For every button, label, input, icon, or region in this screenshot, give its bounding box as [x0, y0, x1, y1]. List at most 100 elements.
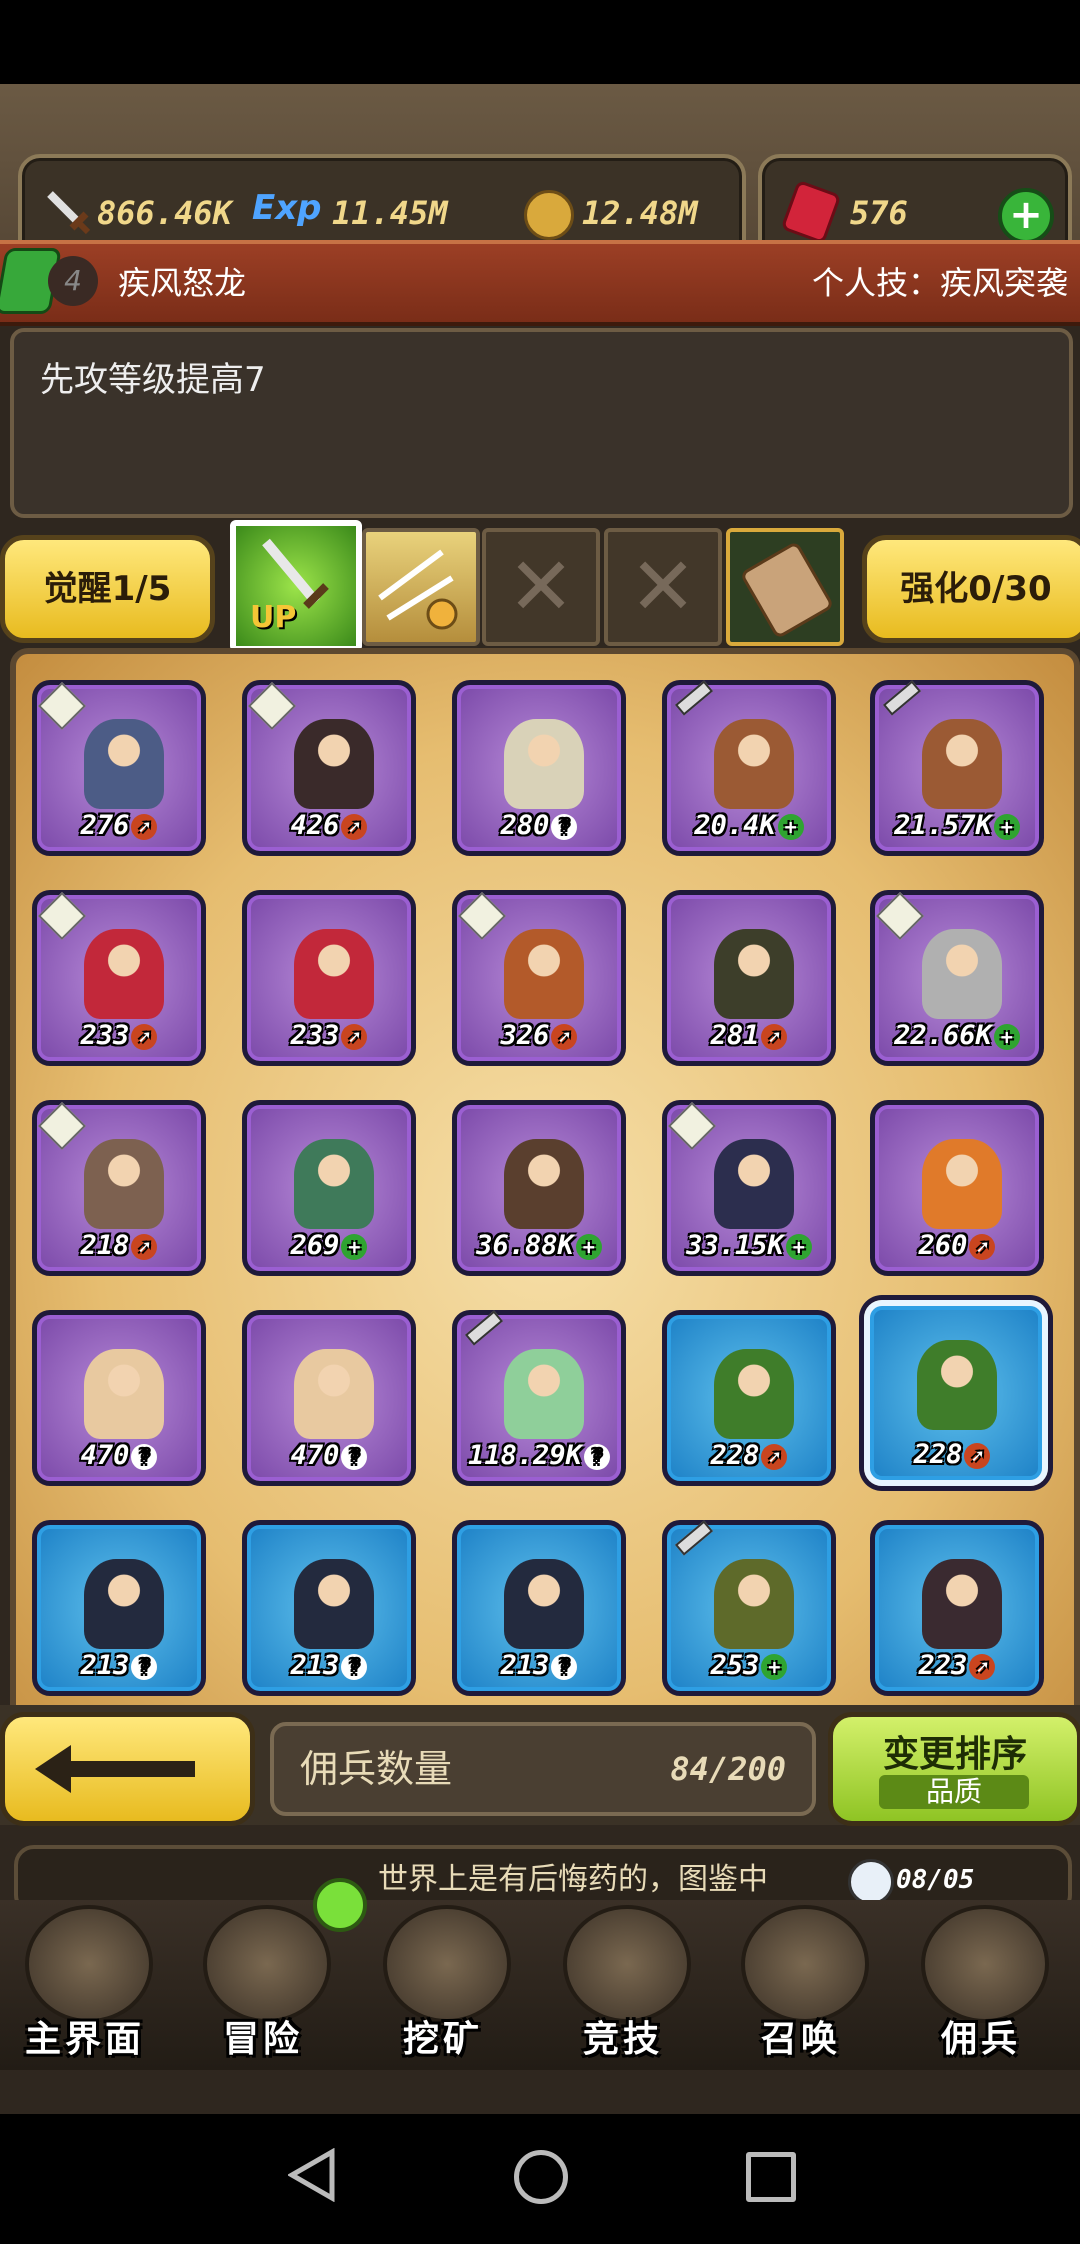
mercenary-level: 233 ➚	[37, 1020, 201, 1051]
mercenary-card[interactable]: 260 ➚	[870, 1100, 1044, 1276]
home-circle-icon[interactable]	[514, 2150, 568, 2204]
mercenary-level-text: 470	[290, 1440, 340, 1471]
mercenary-card[interactable]: 213?	[32, 1520, 206, 1696]
status-bar	[0, 0, 1080, 84]
scroll-map-icon	[25, 1905, 153, 2023]
mercenary-level-text: 228	[913, 1439, 963, 1470]
mercenary-card[interactable]: 228 ➚	[864, 1300, 1048, 1486]
mercenary-grid: 276 ➚ 426 ➚ 280? 20.4K +21.57K +233 ➚ 233 ➚ 326 ➚ 281…	[32, 680, 1062, 1780]
mercenary-portrait	[917, 1340, 997, 1430]
mercenary-level-text: 213	[290, 1650, 340, 1681]
mercenary-level: 260 ➚	[875, 1230, 1039, 1261]
mercenary-card[interactable]: 470?	[32, 1310, 206, 1486]
nav-item-5[interactable]: 佣兵	[896, 1905, 1066, 2065]
upgrade-arrow-icon: ➚	[969, 1653, 996, 1680]
plus-icon: +	[761, 1653, 788, 1680]
mercenary-portrait	[714, 1139, 794, 1229]
mercenary-card[interactable]: 233 ➚	[32, 890, 206, 1066]
mercenary-portrait	[922, 929, 1002, 1019]
add-gems-button[interactable]: +	[998, 188, 1054, 244]
awaken-slot-5[interactable]	[726, 528, 844, 646]
mercenary-card[interactable]: 20.4K +	[662, 680, 836, 856]
nav-item-0[interactable]: 主界面	[0, 1905, 170, 2065]
mercenary-level-text: 218	[80, 1230, 130, 1261]
mercenary-roster-panel: 276 ➚ 426 ➚ 280? 20.4K +21.57K +233 ➚ 233 ➚ 326 ➚ 281…	[10, 648, 1080, 1795]
skill-description: 先攻等级提高7	[40, 360, 266, 400]
mercenary-card[interactable]: 233 ➚	[242, 890, 416, 1066]
nav-item-2[interactable]: 挖矿	[358, 1905, 528, 2065]
recents-square-icon[interactable]	[746, 2152, 796, 2202]
sort-button[interactable]: 变更排序 品质	[828, 1712, 1080, 1826]
hero-level-badge: 4	[48, 256, 98, 306]
mercenary-portrait	[84, 1349, 164, 1439]
nav-item-4[interactable]: 召唤	[716, 1905, 886, 2065]
awaken-slot-3-empty[interactable]: ✕	[482, 528, 600, 646]
mercenary-card[interactable]: 426 ➚	[242, 680, 416, 856]
mercenary-level: 269 +	[247, 1230, 411, 1261]
nav-label: 佣兵	[940, 2019, 1021, 2060]
mercenary-portrait	[714, 719, 794, 809]
mercenary-level-text: 269	[290, 1230, 340, 1261]
mercenary-level-text: 33.15K	[686, 1230, 784, 1261]
mercenary-level-text: 228	[710, 1440, 760, 1471]
rank-gem-icon	[37, 1101, 87, 1151]
enhance-button[interactable]: 强化0/30	[862, 535, 1080, 643]
mercenary-portrait	[84, 1139, 164, 1229]
mercenary-level-text: 20.4K	[694, 810, 776, 841]
mercenary-card[interactable]: 218 ➚	[32, 1100, 206, 1276]
awaken-slot-1[interactable]: UP	[230, 520, 362, 652]
mercenary-portrait	[84, 929, 164, 1019]
mercenary-card[interactable]: 280?	[452, 680, 626, 856]
plus-icon: +	[785, 1233, 812, 1260]
mercenary-card[interactable]: 269 +	[242, 1100, 416, 1276]
mercenary-portrait	[294, 719, 374, 809]
mercenary-level: 36.88K +	[457, 1230, 621, 1261]
mercenary-card[interactable]: 213?	[452, 1520, 626, 1696]
question-icon: ?	[341, 1443, 368, 1470]
mercenary-card[interactable]: 22.66K +	[870, 890, 1044, 1066]
mercenary-level-text: 223	[918, 1650, 968, 1681]
mercenary-portrait	[922, 1139, 1002, 1229]
mercenary-card[interactable]: 21.57K +	[870, 680, 1044, 856]
nav-item-1[interactable]: 冒险	[178, 1905, 348, 2065]
mercenary-level: 280?	[457, 810, 621, 841]
upgrade-arrow-icon: ➚	[761, 1023, 788, 1050]
mercenary-portrait	[714, 1559, 794, 1649]
exp-icon: Exp	[252, 188, 322, 228]
mercenary-level: 426 ➚	[247, 810, 411, 841]
mercenary-level: 218 ➚	[37, 1230, 201, 1261]
awaken-button[interactable]: 觉醒1/5	[0, 535, 215, 643]
plus-icon: +	[777, 813, 804, 840]
mercenary-level-text: 326	[500, 1020, 550, 1051]
mercenary-portrait	[714, 929, 794, 1019]
mercenary-level-text: 21.57K	[894, 810, 992, 841]
mercenary-card[interactable]: 470?	[242, 1310, 416, 1486]
skill-description-panel: 先攻等级提高7	[10, 328, 1073, 518]
ruby-icon	[780, 179, 842, 245]
mercenary-card[interactable]: 223 ➚	[870, 1520, 1044, 1696]
mercenary-card[interactable]: 118.29K?	[452, 1310, 626, 1486]
mercenary-level-text: 276	[80, 810, 130, 841]
awaken-slot-2[interactable]	[362, 528, 480, 646]
nav-label: 竞技	[582, 2019, 663, 2060]
equipped-sword-icon	[674, 1520, 714, 1556]
mercenary-card[interactable]: 276 ➚	[32, 680, 206, 856]
crossed-swords-icon	[563, 1905, 691, 2023]
mercenary-card[interactable]: 213?	[242, 1520, 416, 1696]
mercenary-card[interactable]: 36.88K +	[452, 1100, 626, 1276]
nav-item-3[interactable]: 竞技	[538, 1905, 708, 2065]
back-triangle-icon[interactable]	[288, 2148, 338, 2202]
mercenary-level: 470?	[247, 1440, 411, 1471]
mercenary-card[interactable]: 33.15K +	[662, 1100, 836, 1276]
awaken-slot-4-empty[interactable]: ✕	[604, 528, 722, 646]
mercenary-card[interactable]: 253 +	[662, 1520, 836, 1696]
mercenary-card[interactable]: 281 ➚	[662, 890, 836, 1066]
mercenary-card[interactable]: 228 ➚	[662, 1310, 836, 1486]
attack-sword-icon	[47, 191, 91, 235]
back-button[interactable]	[0, 1712, 255, 1826]
mercenary-card[interactable]: 326 ➚	[452, 890, 626, 1066]
equipped-sword-icon	[674, 680, 714, 716]
summon-scroll-icon	[741, 1905, 869, 2023]
sort-label: 变更排序	[882, 1734, 1027, 1775]
mercenary-level: 228 ➚	[667, 1440, 831, 1471]
